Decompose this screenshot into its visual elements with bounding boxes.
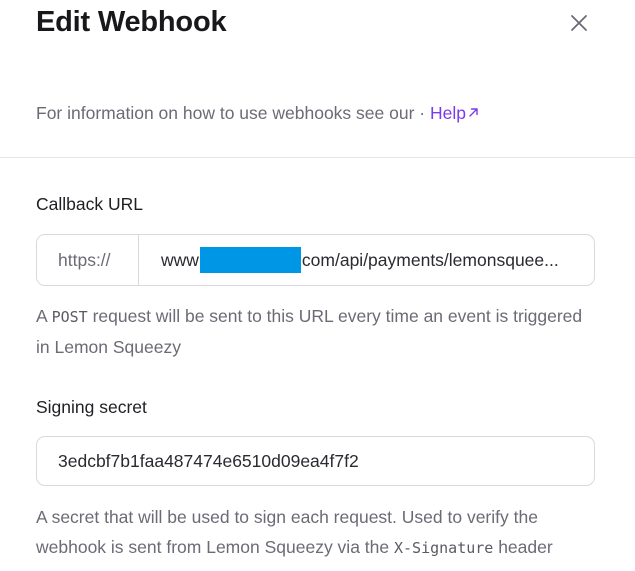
callback-url-input[interactable]: www com/api/payments/lemonsquee... <box>139 235 594 285</box>
signing-secret-help: A secret that will be used to sign each … <box>36 502 596 563</box>
callback-help-after: request will be sent to this URL every t… <box>36 306 583 357</box>
secret-help-after: header <box>493 537 553 557</box>
callback-url-label: Callback URL <box>36 194 143 214</box>
info-text-body: For information on how to use webhooks s… <box>36 103 415 123</box>
info-separator: · <box>414 103 430 123</box>
section-divider <box>0 157 635 158</box>
signing-secret-value: 3edcbf7b1faa487474e6510d09ea4f7f2 <box>58 450 359 471</box>
close-button[interactable] <box>566 10 592 36</box>
info-text: For information on how to use webhooks s… <box>36 102 479 124</box>
help-link-label: Help <box>429 103 466 123</box>
callback-help-code: POST <box>51 308 88 326</box>
signing-secret-input[interactable]: 3edcbf7b1faa487474e6510d09ea4f7f2 <box>36 436 595 486</box>
signing-secret-label: Signing secret <box>36 397 147 417</box>
callback-url-field: https:// www com/api/payments/lemonsquee.… <box>36 234 595 286</box>
close-icon <box>571 15 587 31</box>
callback-help-before: A <box>36 306 52 326</box>
redaction-block <box>199 247 301 273</box>
url-value-start: www <box>161 249 199 270</box>
external-link-icon <box>468 102 479 123</box>
secret-help-code: X-Signature <box>393 539 494 557</box>
url-prefix: https:// <box>37 235 139 285</box>
callback-url-help: A POST request will be sent to this URL … <box>36 301 596 362</box>
url-value-end: com/api/payments/lemonsquee... <box>301 249 559 270</box>
modal-title: Edit Webhook <box>36 6 227 38</box>
callback-url-value: www com/api/payments/lemonsquee... <box>161 235 559 285</box>
modal-header: Edit Webhook <box>0 0 635 52</box>
edit-webhook-modal: Edit Webhook For information on how to u… <box>0 0 635 571</box>
help-link[interactable]: Help <box>430 103 479 123</box>
